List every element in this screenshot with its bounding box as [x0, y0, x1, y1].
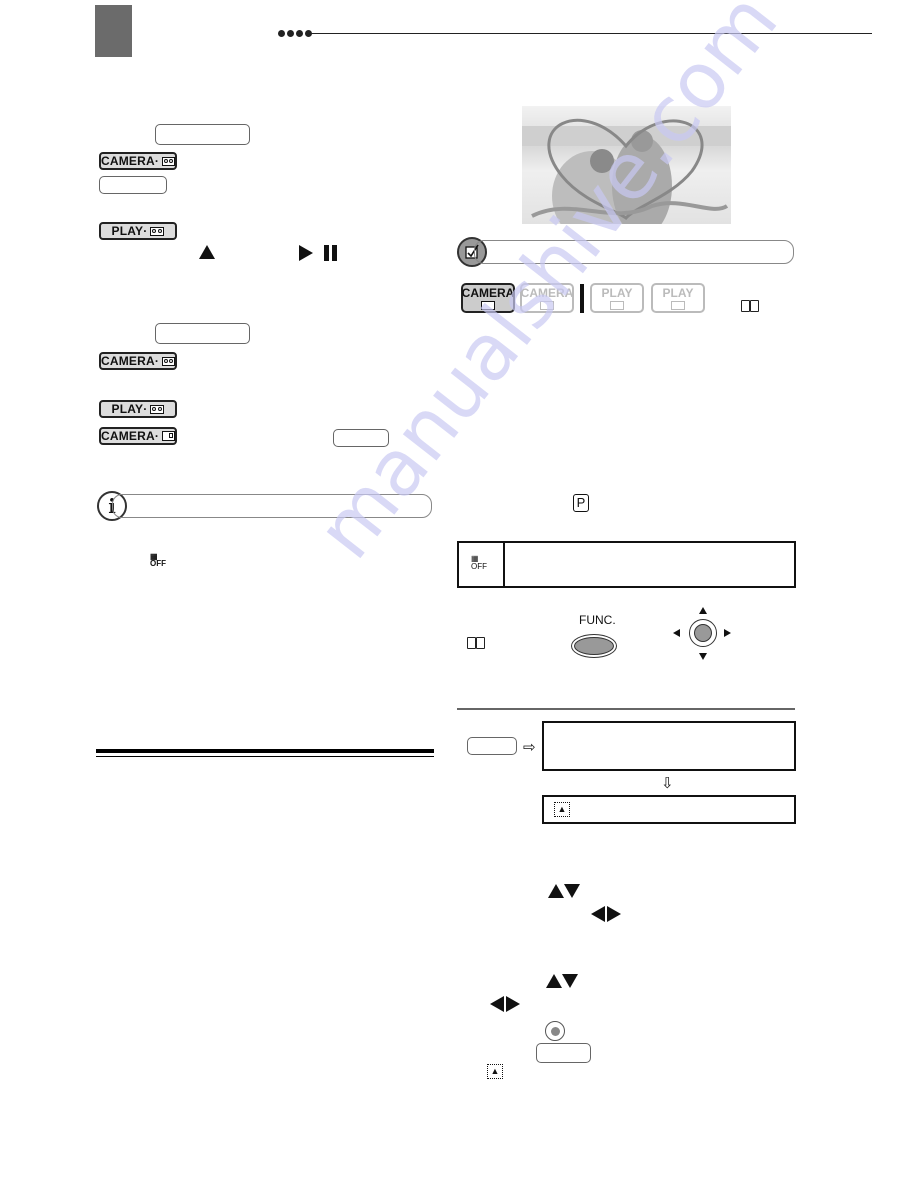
table-divider [503, 543, 505, 586]
dot [278, 30, 285, 37]
tape-icon [150, 404, 165, 414]
step-divider [457, 708, 795, 710]
down-arrow-icon: ⇩ [661, 775, 674, 792]
play-icon [299, 245, 313, 261]
left-right-arrows-icon [490, 996, 520, 1012]
image-effect-icon: ▲ [554, 802, 570, 817]
checklist-header-bar [474, 240, 794, 264]
book-reference-icon [467, 637, 485, 649]
button-outline-5[interactable] [467, 737, 517, 755]
pause-icon [324, 245, 337, 261]
notes-header-bar [112, 494, 432, 518]
mode-camera-tape-active: CAMERA [461, 283, 515, 313]
up-arrow-icon [199, 245, 215, 259]
image-effect-icon: ▲ [487, 1064, 503, 1079]
play-tape-mode-icon: PLAY· [99, 222, 177, 240]
card-icon [540, 300, 554, 310]
mode-divider [580, 284, 584, 313]
camera-tape-mode-icon: CAMERA· [99, 152, 177, 170]
left-right-arrows-icon [591, 906, 621, 922]
program-ae-icon: P [573, 494, 589, 512]
section-heading-rule [96, 749, 434, 753]
dot [296, 30, 303, 37]
button-outline-1[interactable] [155, 124, 250, 145]
play-tape-mode-icon: PLAY· [99, 400, 177, 418]
header-dots [278, 30, 312, 37]
card-icon [671, 300, 685, 310]
right-arrow-icon: ⇨ [523, 739, 536, 756]
joystick-icon [671, 607, 735, 667]
card-icon [162, 431, 175, 441]
camera-tape-mode-icon: CAMERA· [99, 352, 177, 370]
button-outline-4[interactable] [333, 429, 389, 447]
dot [287, 30, 294, 37]
func-button-icon [571, 634, 617, 658]
off-icon: ▦ OFF [150, 552, 166, 568]
heart-frame-illustration [522, 118, 731, 224]
tape-icon [481, 300, 495, 310]
header-rule [308, 33, 872, 34]
menu-result-box: ▲ [542, 795, 796, 824]
tape-icon [610, 300, 624, 310]
tape-icon [162, 356, 175, 366]
button-outline-6[interactable] [536, 1043, 591, 1063]
button-outline-3[interactable] [155, 323, 250, 344]
camera-card-mode-icon: CAMERA· [99, 427, 177, 445]
mode-play-card: PLAY [651, 283, 705, 313]
up-down-arrows-icon [546, 974, 578, 988]
section-tab [95, 5, 132, 57]
joystick-press-icon [545, 1021, 565, 1041]
section-heading-rule-thin [96, 756, 434, 757]
setting-table: ▦ OFF [457, 541, 796, 588]
tape-icon [150, 226, 165, 236]
book-reference-icon [741, 300, 759, 312]
sample-photo [522, 106, 731, 224]
up-down-arrows-icon [548, 884, 580, 898]
off-icon: ▦ OFF [471, 554, 487, 571]
tape-icon [162, 156, 175, 166]
func-label: FUNC. [579, 613, 616, 627]
mode-camera-card: CAMERA [520, 283, 574, 313]
button-outline-2[interactable] [99, 176, 167, 194]
mode-play-tape: PLAY [590, 283, 644, 313]
menu-step-box [542, 721, 796, 771]
